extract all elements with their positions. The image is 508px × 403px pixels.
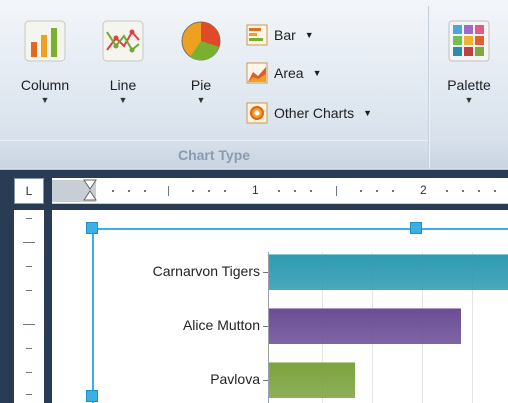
ruler-tick: [26, 348, 32, 349]
selection-border-top: [92, 228, 508, 230]
chevron-down-icon: ▼: [40, 95, 50, 105]
ruler-tick: [294, 190, 296, 192]
ruler-tick: [112, 190, 114, 192]
ruler-tick: [478, 190, 480, 192]
category-label: Alice Mutton: [182, 317, 260, 333]
pie-label: Pie: [190, 77, 212, 93]
ruler-tick: [144, 190, 146, 192]
resize-handle-top-left[interactable]: [86, 222, 98, 234]
ruler-tick: [494, 190, 496, 192]
ruler-tick: [26, 372, 32, 373]
indent-marker-icon[interactable]: [82, 178, 98, 204]
ruler-tick: [462, 190, 464, 192]
column-label: Column: [20, 77, 70, 93]
ruler-tick: [360, 190, 362, 192]
other-charts-label: Other Charts: [274, 105, 355, 121]
resize-handle-bottom-left[interactable]: [86, 390, 98, 402]
ruler-tick: [310, 190, 312, 192]
pie-chart-button[interactable]: Pie ▼: [170, 14, 232, 124]
bar-chart-icon: [246, 24, 268, 46]
other-charts-button[interactable]: Other Charts ▼: [246, 100, 372, 126]
ruler-tick: [23, 242, 35, 243]
area-chart-icon: [246, 62, 268, 84]
axis-tick: [263, 326, 268, 327]
selection-border-left: [92, 228, 94, 403]
area-label: Area: [274, 65, 304, 81]
ruler-tick: [26, 218, 32, 219]
palette-icon: [448, 20, 490, 62]
ruler-tick: [128, 190, 130, 192]
ruler-tick: [26, 266, 32, 267]
palette-label: Palette: [447, 77, 491, 93]
chevron-down-icon: ▼: [464, 95, 474, 105]
tab-stop-selector[interactable]: L: [14, 178, 44, 204]
other-charts-icon: [246, 102, 268, 124]
ruler-tick: [224, 190, 226, 192]
ruler-tick: [376, 190, 378, 192]
palette-button[interactable]: Palette ▼: [436, 14, 502, 124]
ruler-tick: [208, 190, 210, 192]
ruler-tick: [336, 186, 337, 196]
ruler-tick: [192, 190, 194, 192]
line-chart-button[interactable]: Line ▼: [92, 14, 154, 124]
bar[interactable]: [269, 308, 462, 344]
axis-tick: [263, 380, 268, 381]
column-chart-icon: [24, 20, 66, 62]
ruler-number: 1: [252, 183, 259, 197]
category-label: Pavlova: [210, 371, 260, 387]
line-label: Line: [109, 77, 137, 93]
pie-chart-icon: [181, 21, 221, 61]
resize-handle-top-middle[interactable]: [410, 222, 422, 234]
category-label: Carnarvon Tigers: [152, 263, 260, 279]
ruler-tick: [26, 394, 32, 395]
ruler-tick: [278, 190, 280, 192]
area-chart-button[interactable]: Area ▼: [246, 60, 322, 86]
chevron-down-icon: ▼: [363, 108, 373, 118]
bar[interactable]: [269, 254, 508, 290]
chevron-down-icon: ▼: [196, 95, 206, 105]
ruler-number: 2: [420, 183, 427, 197]
horizontal-ruler[interactable]: 1 2: [52, 178, 508, 204]
report-canvas[interactable]: Carnarvon Tigers Alice Mutton Pavlova: [52, 210, 508, 403]
vertical-ruler[interactable]: [14, 210, 44, 403]
axis-tick: [263, 272, 268, 273]
chevron-down-icon: ▼: [312, 68, 322, 78]
line-chart-icon: [102, 20, 144, 62]
bar-label: Bar: [274, 27, 296, 43]
chart-type-group-label: Chart Type: [0, 140, 428, 168]
chevron-down-icon: ▼: [304, 30, 314, 40]
ruler-tick: [392, 190, 394, 192]
ruler-tick: [168, 186, 169, 196]
ruler-tick: [23, 324, 35, 325]
bar[interactable]: [269, 362, 355, 398]
column-chart-button[interactable]: Column ▼: [14, 14, 76, 124]
ruler-tick: [26, 290, 32, 291]
palette-group-footer: [430, 140, 508, 168]
bar-chart-button[interactable]: Bar ▼: [246, 22, 314, 48]
ruler-tick: [446, 190, 448, 192]
chevron-down-icon: ▼: [118, 95, 128, 105]
